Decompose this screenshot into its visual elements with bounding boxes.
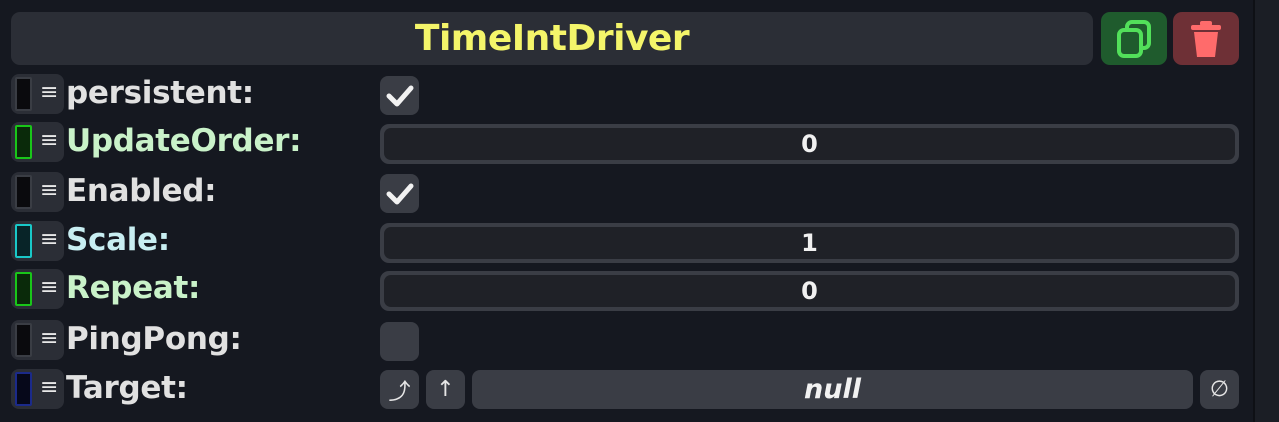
field-type-bar bbox=[15, 224, 32, 258]
field-label-target: Target: bbox=[66, 370, 188, 406]
field-row-target: ≡ Target: ⤴ ↑ null ∅ bbox=[0, 367, 1253, 415]
drag-handle-icon: ≡ bbox=[40, 178, 59, 203]
target-reference-field[interactable]: null bbox=[472, 370, 1193, 409]
enabled-checkbox[interactable] bbox=[380, 174, 419, 213]
repeat-input[interactable]: 0 bbox=[380, 271, 1239, 311]
duplicate-component-button[interactable] bbox=[1101, 12, 1167, 65]
grab-reference-icon: ⤴ bbox=[388, 379, 411, 405]
field-type-bar bbox=[15, 175, 32, 209]
checkmark-icon bbox=[386, 85, 413, 106]
clear-icon: ∅ bbox=[1209, 377, 1230, 402]
field-type-bar bbox=[15, 125, 32, 159]
field-type-bar bbox=[15, 77, 32, 111]
field-row-enabled: ≡ Enabled: bbox=[0, 170, 1253, 218]
field-label-ping-pong: PingPong: bbox=[66, 321, 242, 357]
delete-component-button[interactable] bbox=[1173, 12, 1239, 65]
field-label-enabled: Enabled: bbox=[66, 173, 217, 209]
trash-icon bbox=[1191, 20, 1221, 57]
field-drag-handle[interactable]: ≡ bbox=[11, 122, 64, 162]
field-label-persistent: persistent: bbox=[66, 75, 254, 111]
persistent-checkbox[interactable] bbox=[380, 76, 419, 115]
scale-input[interactable]: 1 bbox=[380, 223, 1239, 263]
field-drag-handle[interactable]: ≡ bbox=[11, 320, 64, 360]
field-label-update-order: UpdateOrder: bbox=[66, 123, 302, 159]
ping-pong-checkbox[interactable] bbox=[380, 322, 419, 361]
inspector-panel: TimeIntDriver ≡ persistent: ≡ UpdateOrde… bbox=[0, 0, 1253, 422]
field-row-ping-pong: ≡ PingPong: bbox=[0, 318, 1253, 366]
field-row-persistent: ≡ persistent: bbox=[0, 72, 1253, 120]
scrollbar-track[interactable] bbox=[1253, 0, 1279, 422]
drag-handle-icon: ≡ bbox=[40, 275, 59, 300]
repeat-value: 0 bbox=[384, 275, 1235, 307]
scale-value: 1 bbox=[384, 227, 1235, 259]
component-header[interactable]: TimeIntDriver bbox=[11, 12, 1093, 65]
field-row-repeat: ≡ Repeat: 0 bbox=[0, 267, 1253, 315]
grab-reference-button[interactable]: ⤴ bbox=[380, 370, 419, 409]
target-value: null bbox=[804, 374, 861, 405]
drag-handle-icon: ≡ bbox=[40, 326, 59, 351]
drag-handle-icon: ≡ bbox=[40, 375, 59, 400]
drag-handle-icon: ≡ bbox=[40, 80, 59, 105]
field-drag-handle[interactable]: ≡ bbox=[11, 269, 64, 309]
field-type-bar bbox=[15, 323, 32, 357]
field-drag-handle[interactable]: ≡ bbox=[11, 369, 64, 409]
arrow-up-icon: ↑ bbox=[436, 377, 455, 402]
open-reference-button[interactable]: ↑ bbox=[426, 370, 465, 409]
field-label-repeat: Repeat: bbox=[66, 270, 201, 306]
update-order-input[interactable]: 0 bbox=[380, 124, 1239, 164]
field-row-scale: ≡ Scale: 1 bbox=[0, 219, 1253, 267]
field-drag-handle[interactable]: ≡ bbox=[11, 221, 64, 261]
field-type-bar bbox=[15, 372, 32, 406]
drag-handle-icon: ≡ bbox=[40, 128, 59, 153]
checkmark-icon bbox=[386, 183, 413, 204]
field-drag-handle[interactable]: ≡ bbox=[11, 172, 64, 212]
field-row-update-order: ≡ UpdateOrder: 0 bbox=[0, 120, 1253, 168]
field-drag-handle[interactable]: ≡ bbox=[11, 74, 64, 114]
update-order-value: 0 bbox=[384, 128, 1235, 160]
component-title: TimeIntDriver bbox=[414, 18, 690, 59]
drag-handle-icon: ≡ bbox=[40, 227, 59, 252]
clear-reference-button[interactable]: ∅ bbox=[1200, 370, 1239, 409]
field-type-bar bbox=[15, 272, 32, 306]
field-label-scale: Scale: bbox=[66, 222, 170, 258]
duplicate-icon bbox=[1117, 19, 1151, 58]
